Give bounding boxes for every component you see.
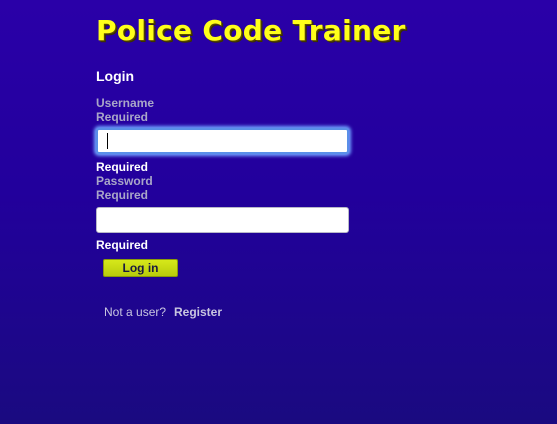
password-label: Password	[96, 174, 153, 188]
password-required-error: Required	[96, 238, 149, 252]
register-link[interactable]: Register	[174, 305, 222, 319]
login-heading: Login	[96, 68, 135, 84]
username-input[interactable]	[96, 128, 349, 154]
username-required-error: Required	[96, 160, 149, 174]
username-label: Username	[96, 96, 155, 110]
password-required-hint: Required	[96, 188, 149, 202]
password-input[interactable]	[96, 207, 349, 233]
text-caret	[107, 133, 108, 149]
login-button[interactable]: Log in	[103, 259, 178, 277]
not-a-user-text: Not a user?	[104, 305, 167, 319]
username-required-hint: Required	[96, 110, 149, 124]
app-title: Police Code Trainer	[96, 14, 406, 47]
